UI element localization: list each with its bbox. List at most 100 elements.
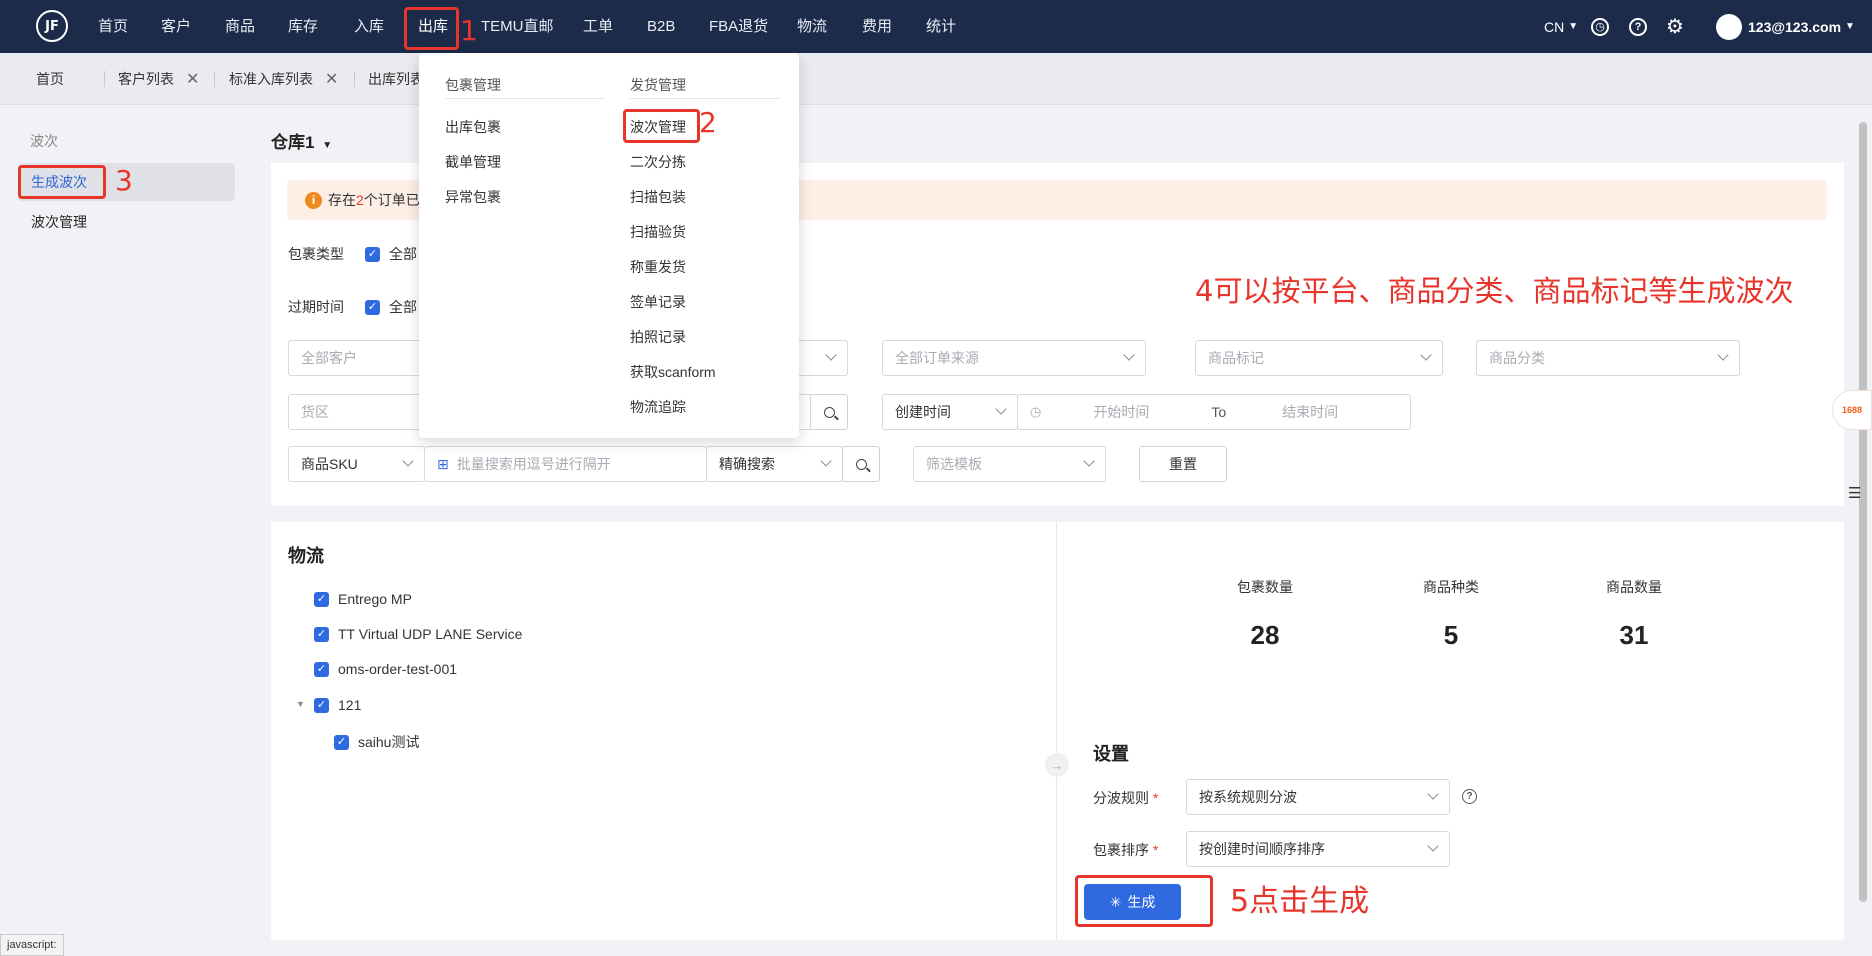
logistics-item[interactable]: ✓ saihu测试	[334, 732, 419, 752]
area-search-button[interactable]	[810, 394, 848, 430]
logistics-label: saihu测试	[358, 734, 420, 750]
menu-item-abnormal-package[interactable]: 异常包裹	[445, 187, 501, 207]
app-logo[interactable]: JF	[36, 10, 68, 42]
menu-group-title: 包裹管理	[445, 77, 501, 93]
close-icon[interactable]: ✕	[186, 71, 199, 88]
nav-b2b[interactable]: B2B	[647, 0, 675, 53]
logistics-item[interactable]: ✓ oms-order-test-001	[314, 661, 457, 677]
list-search-icon[interactable]: ☰	[1848, 484, 1861, 502]
chevron-down-icon	[820, 455, 832, 467]
filter-template-select[interactable]: 筛选模板	[913, 446, 1106, 482]
package-sort-select[interactable]: 按创建时间顺序排序	[1186, 831, 1450, 867]
product-category-select[interactable]: 商品分类	[1476, 340, 1740, 376]
nav-inbound[interactable]: 入库	[354, 0, 384, 53]
menu-item-tracking[interactable]: 物流追踪	[630, 397, 686, 417]
logistics-label: Entrego MP	[338, 591, 412, 607]
menu-item-scan-inspect[interactable]: 扫描验货	[630, 222, 686, 242]
chevron-down-icon	[1083, 455, 1095, 467]
select-value: 按创建时间顺序排序	[1199, 841, 1325, 857]
nav-customer[interactable]: 客户	[161, 0, 191, 53]
chevron-down-icon	[1717, 349, 1729, 361]
time-type-select[interactable]: 创建时间	[882, 394, 1018, 430]
caret-down-icon: ▼	[322, 140, 333, 151]
order-source-select[interactable]: 全部订单来源	[882, 340, 1146, 376]
select-placeholder: 商品分类	[1489, 350, 1545, 366]
wave-rule-label: 分波规则 *	[1093, 788, 1158, 808]
select-value: 创建时间	[895, 404, 951, 420]
chevron-down-icon	[1427, 840, 1439, 852]
nav-product[interactable]: 商品	[225, 0, 255, 53]
menu-item-cutoff-management[interactable]: 截单管理	[445, 152, 501, 172]
nav-logistics[interactable]: 物流	[797, 0, 827, 53]
logistics-item[interactable]: ✓ Entrego MP	[314, 591, 412, 607]
search-mode-select[interactable]: 精确搜索	[706, 446, 843, 482]
select-placeholder: 商品标记	[1208, 350, 1264, 366]
warehouse-selector[interactable]: 仓库1 ▼	[271, 128, 332, 153]
nav-ticket[interactable]: 工单	[583, 0, 613, 53]
tab-customer-list[interactable]: 客户列表 ✕	[118, 53, 199, 105]
chevron-down-icon	[825, 349, 837, 361]
language-switch[interactable]: CN ▼	[1544, 0, 1578, 53]
expire-time-all-checkbox[interactable]: ✓ 全部	[365, 297, 417, 317]
caret-down-icon: ▼	[1845, 21, 1855, 32]
nav-fba-return[interactable]: FBA退货	[709, 0, 768, 53]
select-value: 按系统规则分波	[1199, 789, 1297, 805]
stat-packages-label: 包裹数量	[1237, 579, 1293, 595]
user-menu[interactable]: 123@123.com ▼	[1716, 0, 1855, 53]
batch-search-input[interactable]: ⊞ 批量搜索用逗号进行隔开	[424, 446, 707, 482]
required-mark: *	[1152, 842, 1159, 858]
help-icon[interactable]: ?	[1462, 789, 1477, 804]
menu-item-secondary-sorting[interactable]: 二次分拣	[630, 152, 686, 172]
tab-outbound-list[interactable]: 出库列表	[368, 53, 424, 105]
select-value: 商品SKU	[301, 456, 358, 472]
tab-label: 客户列表	[118, 71, 174, 87]
annotation-step-4: 4可以按平台、商品分类、商品标记等生成波次	[1195, 274, 1794, 308]
reset-button[interactable]: 重置	[1139, 446, 1227, 482]
wave-rule-select[interactable]: 按系统规则分波	[1186, 779, 1450, 815]
annotation-box-generate	[1075, 875, 1213, 927]
tree-collapse-icon[interactable]: ▼	[296, 699, 305, 709]
menu-item-photo-record[interactable]: 拍照记录	[630, 327, 686, 347]
nav-inventory[interactable]: 库存	[288, 0, 318, 53]
range-separator: To	[1211, 404, 1227, 420]
sidebar-group-title: 波次	[30, 133, 58, 149]
sku-search-button[interactable]	[842, 446, 880, 482]
nav-temu[interactable]: TEMU直邮	[481, 0, 554, 53]
package-type-all-checkbox[interactable]: ✓ 全部	[365, 244, 417, 264]
settings-title: 设置	[1093, 744, 1129, 764]
logistics-label: TT Virtual UDP LANE Service	[338, 626, 523, 642]
select-placeholder: 全部订单来源	[895, 350, 979, 366]
menu-item-scan-pack[interactable]: 扫描包装	[630, 187, 686, 207]
nav-stats[interactable]: 统计	[926, 0, 956, 53]
annotation-box-wave-management	[623, 109, 700, 143]
page-scrollbar[interactable]	[1859, 122, 1867, 902]
checkbox-checked-icon: ✓	[314, 591, 329, 607]
nav-home[interactable]: 首页	[98, 0, 128, 53]
float-1688-badge[interactable]: 1688	[1832, 390, 1872, 430]
date-range-picker[interactable]: ◷ 开始时间 To 结束时间	[1017, 394, 1411, 430]
nav-fees[interactable]: 费用	[862, 0, 892, 53]
select-placeholder: 筛选模板	[926, 456, 982, 472]
product-tag-select[interactable]: 商品标记	[1195, 340, 1443, 376]
menu-item-weigh-ship[interactable]: 称重发货	[630, 257, 686, 277]
help-button[interactable]: ?	[1629, 0, 1647, 53]
tab-inbound-list[interactable]: 标准入库列表 ✕	[229, 53, 338, 105]
menu-item-sign-record[interactable]: 签单记录	[630, 292, 686, 312]
settings-button[interactable]: ⚙	[1666, 0, 1684, 53]
logistics-item[interactable]: ✓ 121	[314, 697, 361, 713]
checkbox-checked-icon: ✓	[365, 299, 380, 315]
menu-item-outbound-package[interactable]: 出库包裹	[445, 117, 501, 137]
tab-home[interactable]: 首页	[36, 53, 64, 105]
annotation-step-5: 5点击生成	[1230, 884, 1370, 919]
logistics-item[interactable]: ✓ TT Virtual UDP LANE Service	[314, 626, 522, 642]
user-email: 123@123.com	[1748, 18, 1842, 35]
close-icon[interactable]: ✕	[325, 71, 338, 88]
stat-items-value: 31	[1619, 620, 1649, 650]
arrow-right-icon[interactable]: →	[1045, 753, 1069, 777]
sidebar-item-wave-management[interactable]: 波次管理	[18, 203, 235, 241]
select-placeholder: 全部客户	[301, 350, 357, 366]
menu-item-get-scanform[interactable]: 获取scanform	[630, 362, 716, 382]
required-mark: *	[1152, 790, 1159, 806]
clock-button[interactable]: ◷	[1591, 0, 1609, 53]
sku-type-select[interactable]: 商品SKU	[288, 446, 425, 482]
